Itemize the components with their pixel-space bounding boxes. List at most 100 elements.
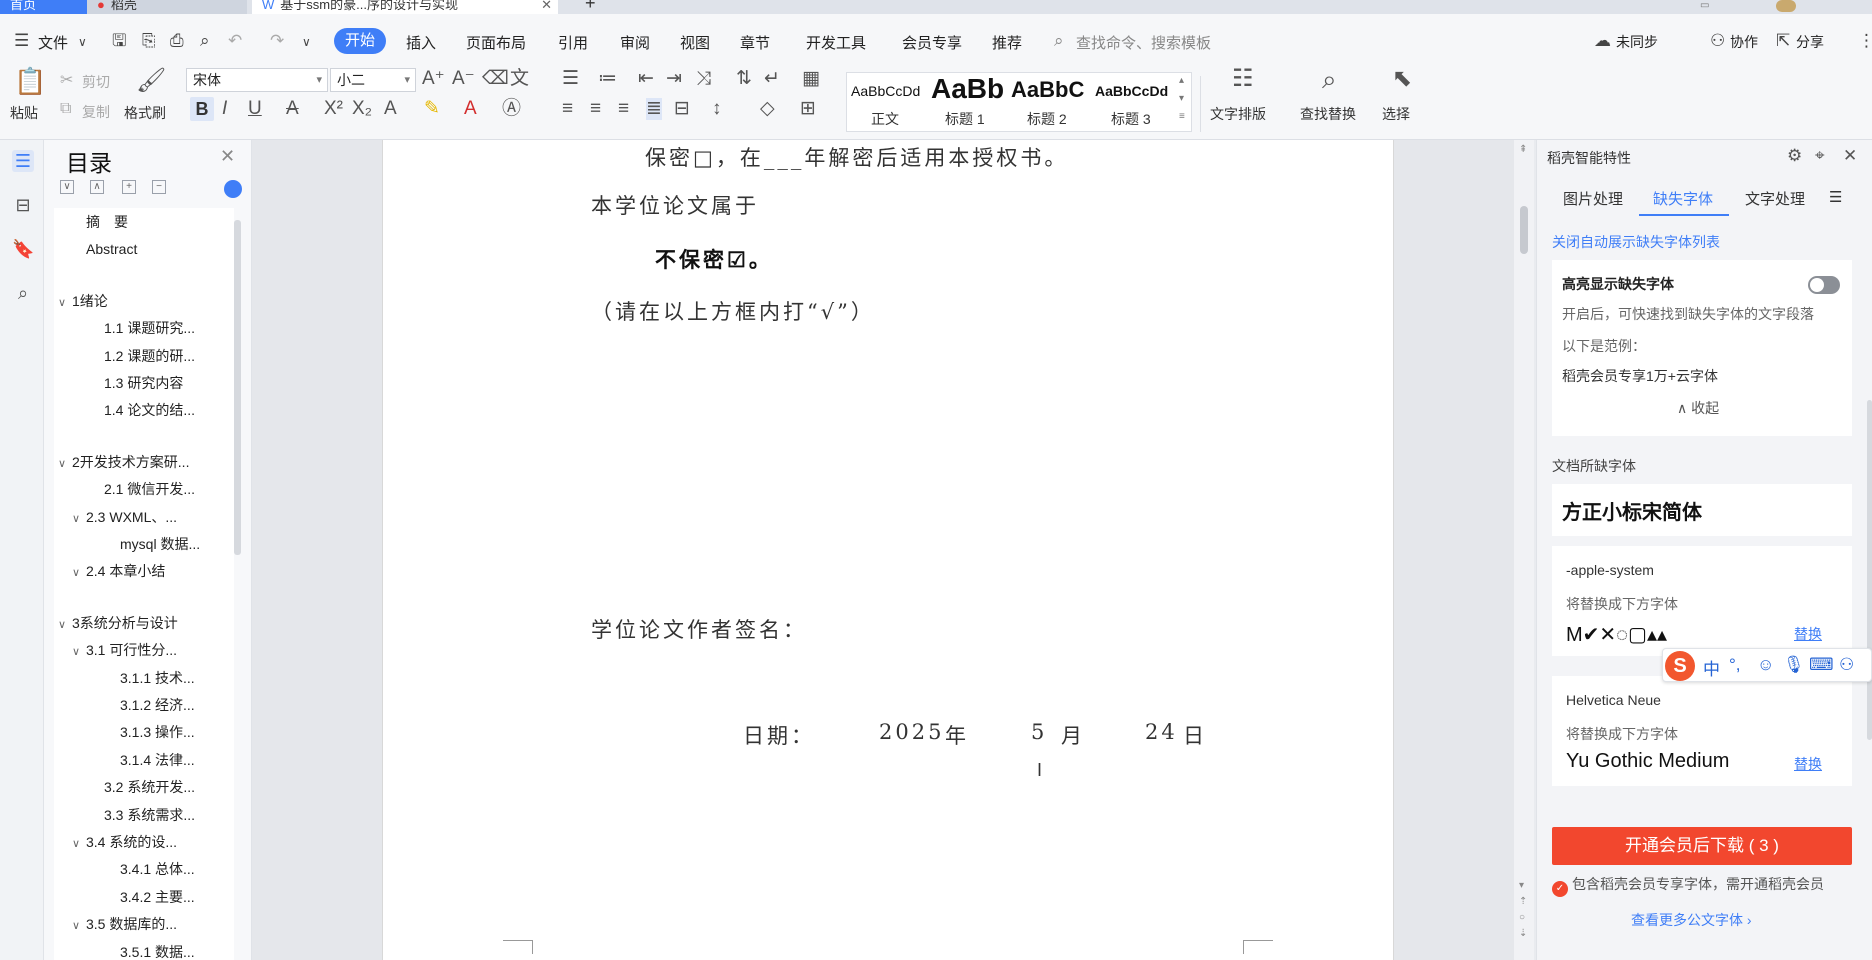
toc-item[interactable]: ∨ 2.3 WXML、... [54,507,232,527]
paste-icon[interactable]: 📋 [14,68,46,94]
document-scroll-thumb[interactable] [1520,206,1528,254]
window-layout-icon[interactable]: ▭ [1700,0,1730,14]
toc-item[interactable]: 3.4.1 总体... [54,859,232,879]
collaborate-button[interactable]: 协作 [1730,32,1758,52]
style-heading3-name[interactable]: 标题 3 [1111,109,1151,129]
style-heading2-name[interactable]: 标题 2 [1027,109,1067,129]
menu-tab-member[interactable]: 会员专享 [902,32,962,53]
superscript-button[interactable]: X² [324,98,343,120]
chevron-down-icon[interactable]: ∨ [58,615,72,633]
panel-title[interactable]: 稻壳智能特性 [1547,148,1631,168]
toc-item[interactable]: 3.1.4 法律... [54,750,232,770]
style-normal-preview[interactable]: AaBbCcDd [851,83,920,99]
chevron-down-icon[interactable]: ∨ [58,293,72,311]
toc-item[interactable]: 1.4 论文的结... [54,400,232,420]
bold-button[interactable]: B [190,97,214,121]
menu-tab-chapter[interactable]: 章节 [740,32,770,53]
scroll-top-icon[interactable]: ⇞ [1519,144,1527,155]
text-effect-icon[interactable]: A [384,98,397,120]
menu-tab-recommend[interactable]: 推荐 [992,32,1022,53]
gear-icon[interactable]: ⚙ [1787,146,1802,166]
panel-menu-icon[interactable]: ☰ [1829,188,1842,206]
justify-icon[interactable]: ≣ [646,98,662,120]
toc-item[interactable]: 2.1 微信开发... [54,479,232,499]
align-center-icon[interactable]: ≡ [590,98,601,120]
numbered-list-icon[interactable]: ≔ [598,68,617,90]
italic-button[interactable]: I [222,98,227,120]
toc-item[interactable]: ∨ 3系统分析与设计 [54,613,232,633]
char-border-icon[interactable]: Ⓐ [502,98,521,120]
avatar[interactable] [1776,0,1796,12]
paste-button[interactable]: 粘贴 [10,103,38,123]
panel-scrollbar[interactable] [1867,400,1872,740]
replace-button-2[interactable]: 替换 [1794,754,1822,774]
ime-punctuation-toggle[interactable]: °, [1729,655,1741,675]
find-replace-button[interactable]: 查找替换 [1300,104,1356,124]
align-right-icon[interactable]: ≡ [618,98,629,120]
toc-item[interactable]: 1.2 课题的研... [54,346,232,366]
toc-item[interactable]: 3.1.3 操作... [54,722,232,742]
toc-item[interactable]: 摘 要 [54,212,232,232]
replace-button-1[interactable]: 替换 [1794,624,1822,644]
chevron-down-icon[interactable]: ∨ [78,32,87,52]
toc-nav-icon[interactable]: ☰ [12,150,34,172]
toc-item[interactable]: 3.1.2 经济... [54,695,232,715]
ime-mode-toggle[interactable]: 中 [1703,655,1720,680]
highlight-toggle[interactable] [1808,276,1840,294]
menu-tab-references[interactable]: 引用 [558,32,588,53]
more-fonts-link[interactable]: 查看更多公文字体 › [1631,910,1752,930]
show-marks-icon[interactable]: ↵ [764,68,780,90]
sync-status[interactable]: 未同步 [1616,32,1658,52]
chevron-down-icon[interactable]: ∨ [72,563,86,581]
tab-missing-fonts[interactable]: 缺失字体 [1653,188,1713,209]
share-button[interactable]: 分享 [1796,32,1824,52]
tab-text-processing[interactable]: 文字处理 [1745,188,1805,209]
document-scrollbar[interactable]: ⇞ ▾ ⇡ ○ ⇣ [1514,140,1534,960]
chevron-down-icon[interactable]: ∨ [72,509,86,527]
toc-scrollbar[interactable] [234,220,241,555]
close-icon[interactable]: ✕ [220,146,235,167]
customize-chevron-icon[interactable]: ∨ [302,32,311,52]
menu-tab-developer[interactable]: 开发工具 [806,32,866,53]
expand-all-icon[interactable]: ∨ [60,180,74,194]
menu-tab-insert[interactable]: 插入 [406,32,436,53]
toc-item[interactable]: 1.3 研究内容 [54,373,232,393]
bookmark-icon[interactable]: 🔖 [12,238,34,260]
next-page-icon[interactable]: ⇣ [1519,928,1527,939]
tab-image-processing[interactable]: 图片处理 [1563,188,1623,209]
command-search-input[interactable]: 查找命令、搜索模板 [1076,32,1211,53]
print-preview-icon[interactable]: ⌕ [200,31,210,51]
more-vertical-icon[interactable]: ⋮ [1858,31,1872,51]
menu-tab-view[interactable]: 视图 [680,32,710,53]
toc-item[interactable]: 1.1 课题研究... [54,318,232,338]
increase-font-icon[interactable]: A⁺ [422,68,445,90]
copy-button[interactable]: 复制 [82,102,110,122]
borders-icon[interactable]: ⊞ [800,98,816,120]
style-heading3-preview[interactable]: AaBbCcDd [1095,83,1168,99]
add-heading-icon[interactable]: + [122,180,136,194]
new-tab-button[interactable]: + [575,0,596,14]
style-heading1-preview[interactable]: AaBb [931,73,1004,105]
align-left-icon[interactable]: ≡ [562,98,573,120]
toc-item[interactable]: 3.2 系统开发... [54,777,232,797]
style-heading2-preview[interactable]: AaBbC [1011,77,1084,103]
search-icon[interactable]: ⌕ [12,282,34,304]
toc-item[interactable]: Abstract [54,239,232,259]
save-icon[interactable]: 🖫 [112,31,126,51]
increase-indent-icon[interactable]: ⇥ [666,68,682,90]
line-spacing-icon[interactable]: ↕ [712,98,722,120]
print-icon[interactable]: ⎙ [170,31,184,51]
sort-icon[interactable]: ⇅ [736,68,752,90]
toc-item[interactable]: ∨ 3.4 系统的设... [54,832,232,852]
export-pdf-icon[interactable]: ⎘ [142,31,156,51]
toc-item[interactable]: ∨ 1绪论 [54,291,232,311]
chapter-nav-icon[interactable]: ⊟ [12,194,34,216]
toc-item[interactable]: ∨ 3.1 可行性分... [54,640,232,660]
close-icon[interactable]: ✕ [1843,146,1857,166]
sogou-logo-icon[interactable]: S [1665,651,1695,681]
prev-page-icon[interactable]: ⇡ [1519,896,1527,907]
chevron-down-icon[interactable]: ∨ [72,916,86,934]
phonetic-icon[interactable]: 文 [510,68,529,90]
text-layout-button[interactable]: 文字排版 [1210,104,1266,124]
scroll-down-icon[interactable]: ▾ [1519,880,1524,891]
